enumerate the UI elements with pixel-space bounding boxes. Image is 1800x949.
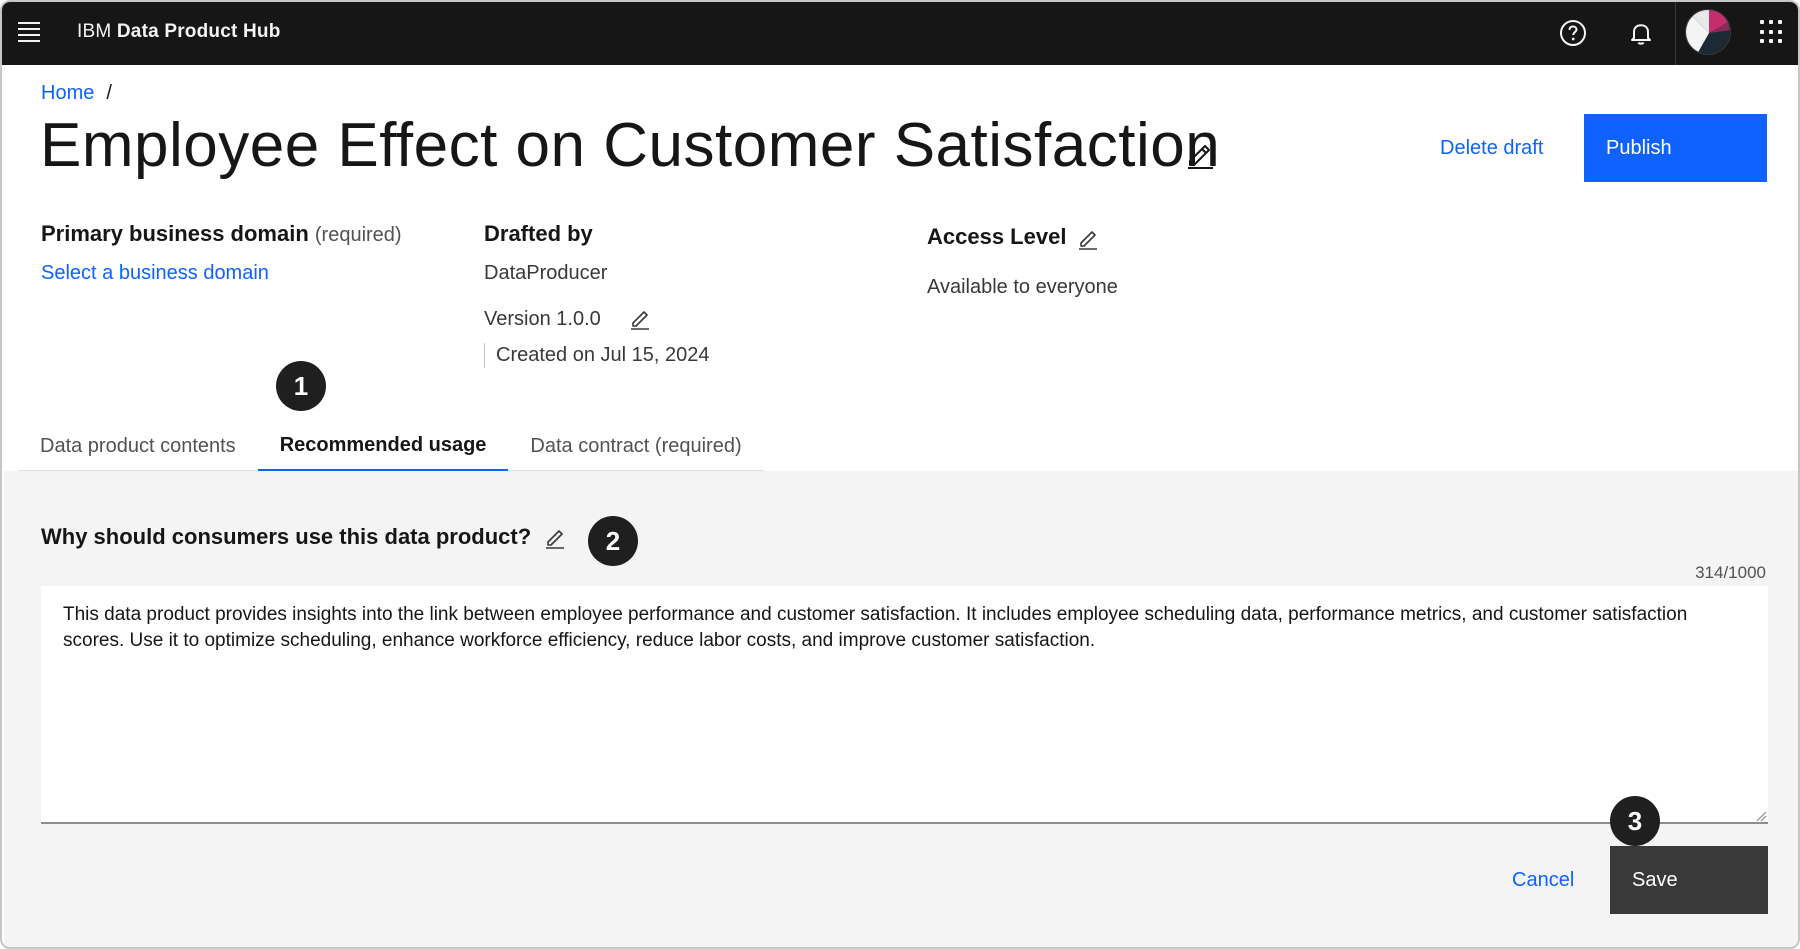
- recommended-usage-panel: Why should consumers use this data produ…: [4, 471, 1798, 947]
- required-marker: (required): [314, 224, 402, 246]
- edit-version-pencil-icon[interactable]: [628, 307, 652, 331]
- edit-usage-pencil-icon[interactable]: [542, 525, 568, 551]
- cancel-button[interactable]: Cancel: [1494, 846, 1592, 914]
- publish-button[interactable]: Publish: [1584, 114, 1767, 182]
- callout-badge-3: 3: [1610, 796, 1660, 846]
- breadcrumb-separator: /: [106, 82, 112, 104]
- character-counter: 314/1000: [1695, 563, 1766, 582]
- product-brand[interactable]: IBM Data Product Hub: [77, 21, 281, 43]
- delete-draft-button[interactable]: Delete draft: [1422, 114, 1561, 182]
- callout-badge-1: 1: [276, 361, 326, 411]
- usage-question-heading: Why should consumers use this data produ…: [41, 524, 532, 549]
- breadcrumb-home-link[interactable]: Home: [41, 82, 94, 105]
- usage-description-textarea[interactable]: This data product provides insights into…: [41, 586, 1768, 824]
- top-bar-divider: [1675, 2, 1676, 65]
- version-value: Version 1.0.0: [484, 308, 601, 330]
- user-avatar[interactable]: [1685, 9, 1731, 55]
- access-level-label: Access Level: [927, 224, 1067, 249]
- notification-bell-icon[interactable]: [1622, 14, 1660, 52]
- help-icon[interactable]: [1554, 14, 1592, 52]
- drafted-by-value: DataProducer: [484, 262, 608, 284]
- tab-recommended-usage[interactable]: Recommended usage: [257, 422, 509, 472]
- business-domain-label: Primary business domain (required): [41, 221, 402, 247]
- breadcrumb: Home /: [41, 82, 112, 105]
- brand-prefix: IBM: [77, 21, 112, 42]
- edit-access-level-pencil-icon[interactable]: [1076, 227, 1100, 251]
- drafted-by-label: Drafted by: [484, 221, 593, 246]
- created-divider: [484, 343, 485, 368]
- hamburger-menu-icon[interactable]: [14, 16, 44, 48]
- save-button[interactable]: Save: [1610, 846, 1768, 914]
- page-title: Employee Effect on Customer Satisfaction: [40, 111, 1221, 180]
- brand-name: Data Product Hub: [116, 21, 281, 42]
- textarea-resize-handle[interactable]: [1755, 809, 1767, 822]
- tab-data-product-contents[interactable]: Data product contents: [18, 422, 258, 472]
- edit-title-pencil-icon[interactable]: [1183, 137, 1217, 171]
- app-window: IBM Data Product Hub Home / Employee Eff…: [0, 0, 1800, 949]
- app-switcher-icon[interactable]: [1757, 17, 1787, 47]
- select-business-domain-link[interactable]: Select a business domain: [41, 262, 269, 285]
- callout-badge-2: 2: [588, 516, 638, 566]
- top-navigation-bar: IBM Data Product Hub: [2, 2, 1798, 65]
- business-domain-label-text: Primary business domain: [41, 221, 309, 246]
- tab-list: Data product contents Recommended usage …: [18, 422, 764, 472]
- created-date: Created on Jul 15, 2024: [496, 344, 710, 366]
- tab-data-contract[interactable]: Data contract (required): [508, 422, 764, 472]
- access-level-value: Available to everyone: [927, 276, 1118, 298]
